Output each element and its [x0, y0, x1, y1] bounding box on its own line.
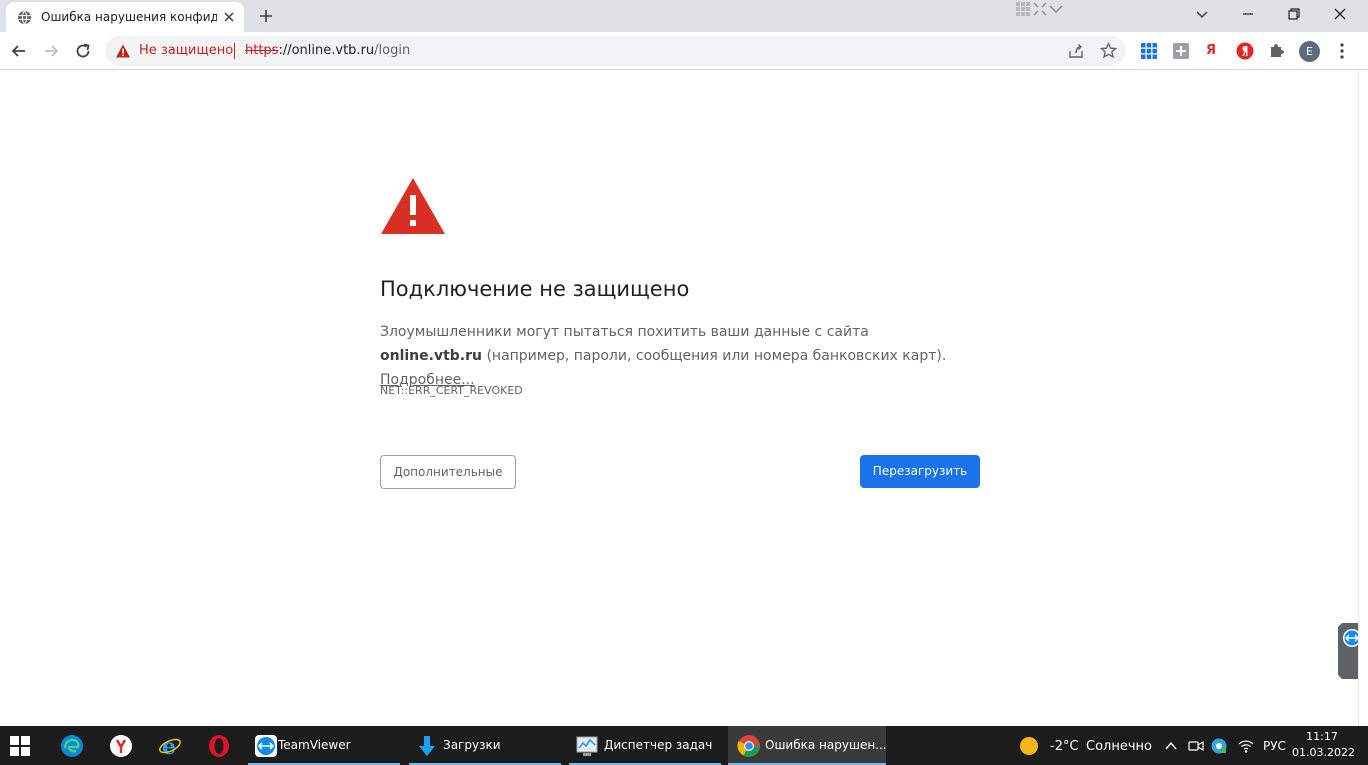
advanced-button[interactable]: Дополнительные: [380, 455, 516, 489]
input-language[interactable]: РУС: [1263, 739, 1286, 753]
share-icon[interactable]: [1068, 43, 1084, 59]
yandex-browser-icon[interactable]: [109, 734, 133, 758]
browser-toolbar: Не защищено https://online.vtb.ru/login …: [0, 32, 1368, 70]
windows-taskbar: e TeamViewer Загрузки Диспетчер задач Ош…: [0, 726, 1368, 765]
sun-icon[interactable]: [1019, 736, 1039, 756]
tab-search-chevron-icon[interactable]: [1194, 6, 1210, 22]
star-icon[interactable]: [1100, 42, 1117, 59]
fullscreen-icon[interactable]: [1032, 1, 1048, 17]
extension-plus-icon[interactable]: [1172, 42, 1190, 60]
back-arrow-icon[interactable]: [9, 41, 29, 61]
security-state-label[interactable]: Не защищено: [139, 43, 233, 58]
windows-start-icon[interactable]: [10, 736, 30, 756]
chrome-icon: [737, 735, 760, 757]
task-manager-icon: [576, 736, 598, 756]
edge-icon[interactable]: [60, 734, 84, 758]
yandex-extension-icon[interactable]: [1236, 42, 1254, 60]
download-icon: [419, 736, 435, 756]
url-path: /login: [374, 43, 411, 58]
large-warning-icon: [381, 178, 445, 234]
svg-text:e: e: [162, 734, 176, 758]
chevron-down-icon[interactable]: [1048, 1, 1064, 17]
weather-condition[interactable]: Солнечно: [1086, 739, 1152, 754]
url-text[interactable]: https://online.vtb.ru/login: [245, 43, 410, 58]
puzzle-icon[interactable]: [1268, 42, 1286, 60]
taskbar-app-task-manager[interactable]: Диспетчер задач: [569, 726, 721, 765]
close-tab-icon[interactable]: [222, 10, 236, 24]
taskbar-app-teamviewer[interactable]: TeamViewer: [248, 726, 400, 765]
explanation-end: (например, пароли, сообщения или номера …: [482, 348, 947, 364]
explanation-start: Злоумышленники могут пытаться похитить в…: [380, 324, 869, 340]
error-code: NET::ERR_CERT_REVOKED: [380, 384, 523, 397]
taskbar-app-label: Загрузки: [443, 738, 501, 752]
screen: { "browser": { "tab": { "title": "Ошибка…: [0, 0, 1368, 765]
url-host: ://online.vtb.ru: [278, 43, 375, 58]
omnibox-separator: [234, 43, 235, 59]
page-heading: Подключение не защищено: [380, 277, 690, 301]
taskbar-app-chrome[interactable]: Ошибка нарушен...: [728, 726, 887, 765]
apps-grid-icon[interactable]: [1140, 42, 1158, 60]
minimize-icon[interactable]: [1240, 6, 1256, 22]
clock-date: 01.03.2022: [1292, 746, 1355, 759]
network-icon[interactable]: [1238, 738, 1254, 754]
site-name: online.vtb.ru: [380, 348, 482, 364]
browser-tray-icon[interactable]: [1211, 738, 1227, 754]
taskbar-app-downloads[interactable]: Загрузки: [409, 726, 561, 765]
interstitial-page: Подключение не защищено Злоумышленники м…: [0, 70, 1368, 726]
teamviewer-icon: [255, 735, 277, 757]
forward-arrow-icon[interactable]: [41, 41, 61, 61]
opera-icon[interactable]: [207, 734, 231, 758]
url-scheme: https: [245, 43, 279, 58]
meet-now-icon[interactable]: [1188, 738, 1204, 754]
active-tab[interactable]: Ошибка нарушения конфиденциальности: [6, 2, 244, 32]
weather-temperature[interactable]: -2°C: [1050, 739, 1079, 754]
grid-icon[interactable]: [1015, 1, 1031, 17]
reload-icon[interactable]: [73, 41, 93, 61]
clock-time: 11:17: [1306, 730, 1338, 743]
window-close-icon[interactable]: [1332, 6, 1348, 22]
reload-button[interactable]: Перезагрузить: [860, 455, 980, 488]
restore-icon[interactable]: [1286, 6, 1302, 22]
tab-strip: Ошибка нарушения конфиденциальности: [0, 0, 1368, 32]
page-scrollbar[interactable]: [1358, 70, 1368, 726]
kebab-menu-icon[interactable]: [1334, 42, 1350, 60]
taskbar-app-label: Диспетчер задач: [604, 738, 713, 752]
taskbar-app-label: Ошибка нарушен...: [765, 738, 887, 752]
warning-icon[interactable]: [115, 43, 131, 59]
internet-explorer-icon[interactable]: e: [158, 734, 182, 758]
new-tab-plus-icon[interactable]: [257, 7, 275, 25]
system-clock[interactable]: 11:17 01.03.2022: [1292, 729, 1355, 761]
taskbar-app-label: TeamViewer: [278, 738, 351, 752]
explanation-text: Злоумышленники могут пытаться похитить в…: [380, 320, 960, 392]
yandex-extension-letter[interactable]: Я: [1206, 42, 1224, 60]
chevron-up-icon[interactable]: [1164, 739, 1178, 753]
address-bar[interactable]: Не защищено https://online.vtb.ru/login: [105, 36, 1126, 66]
tab-title: Ошибка нарушения конфиденциальности: [41, 10, 217, 24]
profile-avatar[interactable]: E: [1299, 41, 1320, 62]
globe-icon: [17, 10, 32, 25]
